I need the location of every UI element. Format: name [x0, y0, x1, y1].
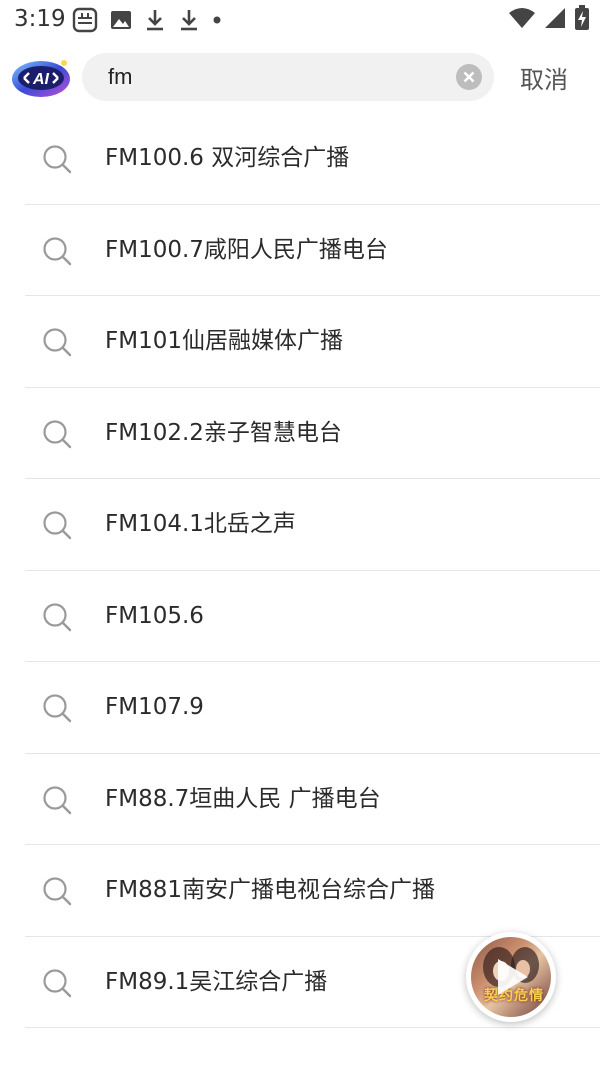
search-icon	[43, 694, 72, 723]
search-icon	[43, 602, 72, 631]
close-icon	[463, 71, 475, 83]
floating-audio-player[interactable]: 契约危情	[466, 932, 556, 1022]
search-icon	[43, 968, 72, 997]
dot-icon	[212, 15, 222, 25]
suggestion-item[interactable]: FM107.9	[0, 662, 600, 754]
search-icon	[43, 236, 72, 265]
status-bar: 3:19	[0, 0, 600, 40]
status-time: 3:19	[14, 6, 66, 32]
suggestion-label: FM881南安广播电视台综合广播	[105, 877, 435, 903]
download-icon	[144, 8, 166, 32]
suggestion-label: FM105.6	[105, 602, 204, 629]
suggestion-item[interactable]: FM102.2亲子智慧电台	[0, 388, 600, 479]
suggestion-label: FM89.1吴江综合广播	[105, 968, 328, 995]
search-icon	[43, 145, 72, 174]
suggestion-item[interactable]: FM105.6	[0, 571, 600, 662]
cancel-button[interactable]: 取消	[520, 60, 568, 95]
search-icon	[43, 785, 72, 814]
play-icon	[498, 959, 528, 995]
suggestion-item[interactable]: FM100.7咸阳人民广播电台	[0, 205, 600, 296]
suggestion-label: FM101仙居融媒体广播	[105, 328, 343, 354]
suggestion-item[interactable]: FM88.7垣曲人民 广播电台	[0, 754, 600, 845]
search-box	[82, 53, 494, 101]
suggestion-label: FM104.1北岳之声	[105, 511, 296, 537]
keyboard-icon	[72, 7, 98, 33]
suggestion-label: FM102.2亲子智慧电台	[105, 419, 342, 446]
clear-search-button[interactable]	[456, 64, 482, 90]
suggestion-label: FM107.9	[105, 694, 204, 720]
system-icons	[508, 5, 590, 35]
image-icon	[110, 9, 132, 31]
search-header: AI 取消	[0, 44, 600, 110]
ai-assistant-logo[interactable]: AI	[10, 54, 72, 100]
download-icon	[178, 8, 200, 32]
ai-logo-text: AI	[32, 71, 50, 88]
wifi-icon	[508, 6, 536, 34]
cellular-signal-icon	[544, 7, 566, 33]
suggestion-label: FM100.7咸阳人民广播电台	[105, 236, 388, 263]
suggestion-item[interactable]: FM881南安广播电视台综合广播	[0, 845, 600, 937]
suggestion-label: FM100.6 双河综合广播	[105, 145, 350, 171]
suggestion-item[interactable]: FM100.6 双河综合广播	[0, 113, 600, 205]
search-icon	[43, 328, 72, 357]
notification-icons	[72, 6, 222, 34]
divider	[25, 1027, 600, 1028]
suggestion-item[interactable]: FM104.1北岳之声	[0, 479, 600, 571]
suggestion-label: FM88.7垣曲人民 广播电台	[105, 785, 381, 812]
search-input[interactable]	[108, 53, 448, 101]
search-icon	[43, 877, 72, 906]
suggestion-list: FM100.6 双河综合广播 FM100.7咸阳人民广播电台 FM101仙居融媒体广…	[0, 113, 600, 1028]
search-icon	[43, 419, 72, 448]
suggestion-item[interactable]: FM101仙居融媒体广播	[0, 296, 600, 388]
search-icon	[43, 511, 72, 540]
battery-charging-icon	[574, 5, 590, 35]
